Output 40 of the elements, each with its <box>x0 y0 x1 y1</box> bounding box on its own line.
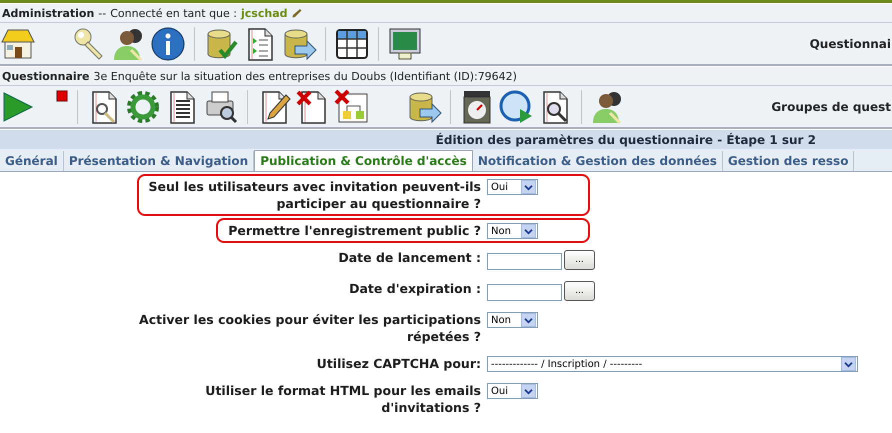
survey-name: 3e Enquête sur la situation des entreprises du Doubs (Identifiant (ID):79642) <box>94 70 517 82</box>
dropdown[interactable]: Non <box>487 312 538 328</box>
survey-title: Questionnaire <box>2 70 90 82</box>
circle-arrow-icon[interactable] <box>498 88 534 124</box>
chevron-down-icon[interactable] <box>521 180 536 194</box>
admin-title: Administration <box>2 6 94 20</box>
tab[interactable]: Notification & Gestion des données <box>472 151 723 171</box>
field-label: Utilisez CAPTCHA pour: <box>316 355 482 372</box>
date-field[interactable] <box>487 284 562 300</box>
chevron-down-icon[interactable] <box>521 224 536 238</box>
date-picker-button[interactable]: ... <box>564 250 595 270</box>
header-title: Édition des paramètres du questionnaire - Étape 1 sur 2 <box>436 132 816 146</box>
username: jcschad <box>241 6 288 20</box>
pencil-icon[interactable] <box>292 8 302 18</box>
dropdown[interactable]: Oui <box>487 383 538 399</box>
field-label: Date d'expiration : <box>349 280 482 297</box>
date-field[interactable] <box>487 252 562 270</box>
login-status: Connecté en tant que : <box>110 6 237 20</box>
chevron-down-icon[interactable] <box>521 313 536 327</box>
tab[interactable]: Publication & Contrôle d'accès <box>254 150 473 171</box>
toolbar-label: Questionnai <box>810 36 891 50</box>
diagram-delete-icon[interactable] <box>334 88 370 124</box>
dropdown[interactable]: Non <box>487 223 538 239</box>
chevron-down-icon[interactable] <box>521 384 536 398</box>
chevron-down-icon[interactable] <box>841 357 856 371</box>
field-label: Permettre l'enregistrement public ? <box>228 222 482 239</box>
field-label: Date de lancement : <box>338 249 482 266</box>
dropdown[interactable]: ------------- / Inscription / --------- <box>487 356 858 372</box>
field-label: Seul les utilisateurs avec invitation peuvent-ils participer au questionnaire ? <box>148 178 482 212</box>
info-icon[interactable] <box>150 26 186 62</box>
field-label: Activer les cookies pour éviter les participations répetées ? <box>139 311 482 345</box>
field-label: Utiliser le format HTML pour les emails d'invitations ? <box>205 382 482 416</box>
gear-icon[interactable] <box>125 88 161 124</box>
dropdown[interactable]: Oui <box>487 179 538 195</box>
tab[interactable]: Gestion des resso <box>722 151 854 171</box>
toolbar-label: Groupes de quest <box>771 100 891 114</box>
tab[interactable]: Général <box>0 151 64 171</box>
monitor-icon[interactable] <box>387 26 423 62</box>
separator-text: -- <box>98 6 106 20</box>
date-picker-button[interactable]: ... <box>564 281 595 301</box>
